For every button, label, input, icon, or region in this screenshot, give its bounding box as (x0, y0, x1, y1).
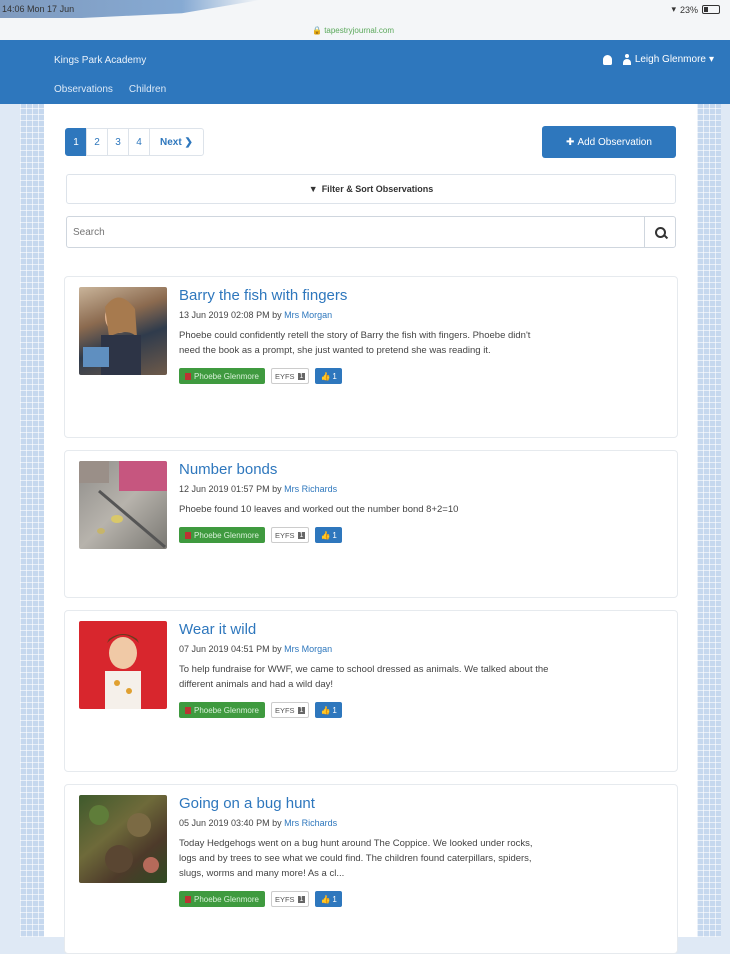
photo-bug-hunt (89, 805, 159, 873)
observation-meta: 13 Jun 2019 02:08 PM by Mrs Morgan (179, 310, 333, 320)
filter-sort-button[interactable]: ▼ Filter & Sort Observations (66, 174, 676, 204)
bell-icon[interactable] (602, 54, 612, 65)
filter-label: Filter & Sort Observations (321, 184, 434, 194)
observation-body: Barry the fish with fingers 13 Jun 2019 … (179, 287, 549, 384)
search-icon (654, 226, 666, 238)
observation-title[interactable]: Barry the fish with fingers (179, 287, 549, 305)
observation-body: Wear it wild 07 Jun 2019 04:51 PM by Mrs… (179, 621, 549, 718)
observation-meta: 07 Jun 2019 04:51 PM by Mrs Morgan (179, 644, 333, 654)
status-right: ▾ 23% (671, 4, 720, 15)
pagination: 1 2 3 4 Next ❯ (65, 128, 204, 156)
user-menu[interactable]: Leigh Glenmore ▾ (602, 54, 714, 65)
search-input[interactable] (67, 217, 644, 247)
observation-tags: Phoebe Glenmore EYFS 1 👍 1 (179, 527, 549, 543)
observation-text: Today Hedgehogs went on a bug hunt aroun… (179, 838, 533, 879)
main-tabs: Observations Children (54, 84, 166, 95)
add-observation-button[interactable]: ✚ Add Observation (542, 126, 676, 158)
like-badge[interactable]: 👍 1 (315, 368, 342, 384)
observation-text: To help fundraise for WWF, we came to sc… (179, 664, 549, 690)
observation-card[interactable]: Barry the fish with fingers 13 Jun 2019 … (64, 276, 678, 438)
eyfs-badge[interactable]: EYFS 1 (270, 891, 310, 907)
observation-thumbnail[interactable] (79, 795, 167, 883)
caret-down-icon: ▾ (708, 54, 714, 65)
status-time: 14:06 Mon 17 Jun (2, 4, 75, 14)
like-badge[interactable]: 👍 1 (315, 527, 342, 543)
eyfs-badge[interactable]: EYFS 1 (270, 527, 310, 543)
user-dropdown[interactable]: Leigh Glenmore ▾ (622, 54, 714, 65)
wifi-icon: ▾ (671, 4, 676, 14)
child-avatar-icon (185, 531, 191, 539)
photo-child-reading (83, 297, 141, 375)
status-bar: 14:06 Mon 17 Jun ▾ 23% (0, 0, 730, 22)
thumbs-up-icon: 👍 (320, 705, 331, 715)
user-icon (622, 54, 632, 65)
user-name: Leigh Glenmore (634, 54, 706, 65)
background-pattern-right (697, 104, 721, 937)
thumbs-up-icon: 👍 (320, 530, 331, 540)
battery-icon (702, 5, 720, 14)
child-tag[interactable]: Phoebe Glenmore (179, 527, 265, 543)
background-pattern-left (20, 104, 44, 937)
brand-link[interactable]: Kings Park Academy (54, 55, 146, 66)
search-bar (66, 216, 676, 248)
observation-text: Phoebe found 10 leaves and worked out th… (179, 504, 459, 515)
observation-body: Number bonds 12 Jun 2019 01:57 PM by Mrs… (179, 461, 549, 543)
observation-title[interactable]: Number bonds (179, 461, 549, 479)
next-page-link[interactable]: Next ❯ (149, 128, 204, 156)
child-tag[interactable]: Phoebe Glenmore (179, 891, 265, 907)
observation-title[interactable]: Wear it wild (179, 621, 549, 639)
eyfs-badge[interactable]: EYFS 1 (270, 702, 310, 718)
photo-child-dressed-up (105, 634, 141, 709)
observation-tags: Phoebe Glenmore EYFS 1 👍 1 (179, 891, 549, 907)
observation-text: Phoebe could confidently retell the stor… (179, 330, 531, 356)
like-badge[interactable]: 👍 1 (315, 702, 342, 718)
child-avatar-icon (185, 372, 191, 380)
battery-percent: 23% (679, 4, 698, 15)
search-button[interactable] (644, 217, 675, 247)
child-avatar-icon (185, 706, 191, 714)
observation-meta: 05 Jun 2019 03:40 PM by Mrs Richards (179, 818, 338, 828)
tab-observations[interactable]: Observations (54, 84, 113, 95)
add-observation-label: Add Observation (577, 136, 652, 148)
observation-title[interactable]: Going on a bug hunt (179, 795, 549, 813)
observation-thumbnail[interactable] (79, 461, 167, 549)
thumbs-up-icon: 👍 (320, 371, 331, 381)
page-4-link[interactable]: 4 (128, 128, 150, 156)
thumbs-up-icon: 👍 (320, 894, 331, 904)
page-3-link[interactable]: 3 (107, 128, 129, 156)
child-tag[interactable]: Phoebe Glenmore (179, 368, 265, 384)
observation-card[interactable]: Number bonds 12 Jun 2019 01:57 PM by Mrs… (64, 450, 678, 598)
author-link[interactable]: Mrs Morgan (284, 310, 332, 320)
child-avatar-icon (185, 895, 191, 903)
page-1-link[interactable]: 1 (65, 128, 87, 156)
url-text[interactable]: 🔒 tapestryjournal.com (312, 26, 394, 35)
author-link[interactable]: Mrs Richards (284, 484, 337, 494)
observation-body: Going on a bug hunt 05 Jun 2019 03:40 PM… (179, 795, 549, 907)
observation-meta: 12 Jun 2019 01:57 PM by Mrs Richards (179, 484, 338, 494)
page-2-link[interactable]: 2 (86, 128, 108, 156)
main-content: 1 2 3 4 Next ❯ ✚ Add Observation ▼ Filte… (44, 104, 697, 954)
observation-card[interactable]: Wear it wild 07 Jun 2019 04:51 PM by Mrs… (64, 610, 678, 772)
observation-card[interactable]: Going on a bug hunt 05 Jun 2019 03:40 PM… (64, 784, 678, 954)
tab-children[interactable]: Children (129, 84, 166, 95)
observation-tags: Phoebe Glenmore EYFS 1 👍 1 (179, 702, 549, 718)
like-badge[interactable]: 👍 1 (315, 891, 342, 907)
observation-thumbnail[interactable] (79, 287, 167, 375)
filter-icon: ▼ (308, 184, 318, 194)
browser-url-bar[interactable]: 🔒 tapestryjournal.com (0, 18, 730, 41)
child-tag[interactable]: Phoebe Glenmore (179, 702, 265, 718)
observation-thumbnail[interactable] (79, 621, 167, 709)
observation-tags: Phoebe Glenmore EYFS 1 👍 1 (179, 368, 549, 384)
plus-icon: ✚ (566, 136, 575, 148)
eyfs-badge[interactable]: EYFS 1 (270, 368, 310, 384)
author-link[interactable]: Mrs Richards (284, 818, 337, 828)
author-link[interactable]: Mrs Morgan (284, 644, 332, 654)
photo-leaves-ground (79, 461, 167, 549)
top-navbar: Kings Park Academy Leigh Glenmore ▾ Obse… (0, 40, 730, 104)
